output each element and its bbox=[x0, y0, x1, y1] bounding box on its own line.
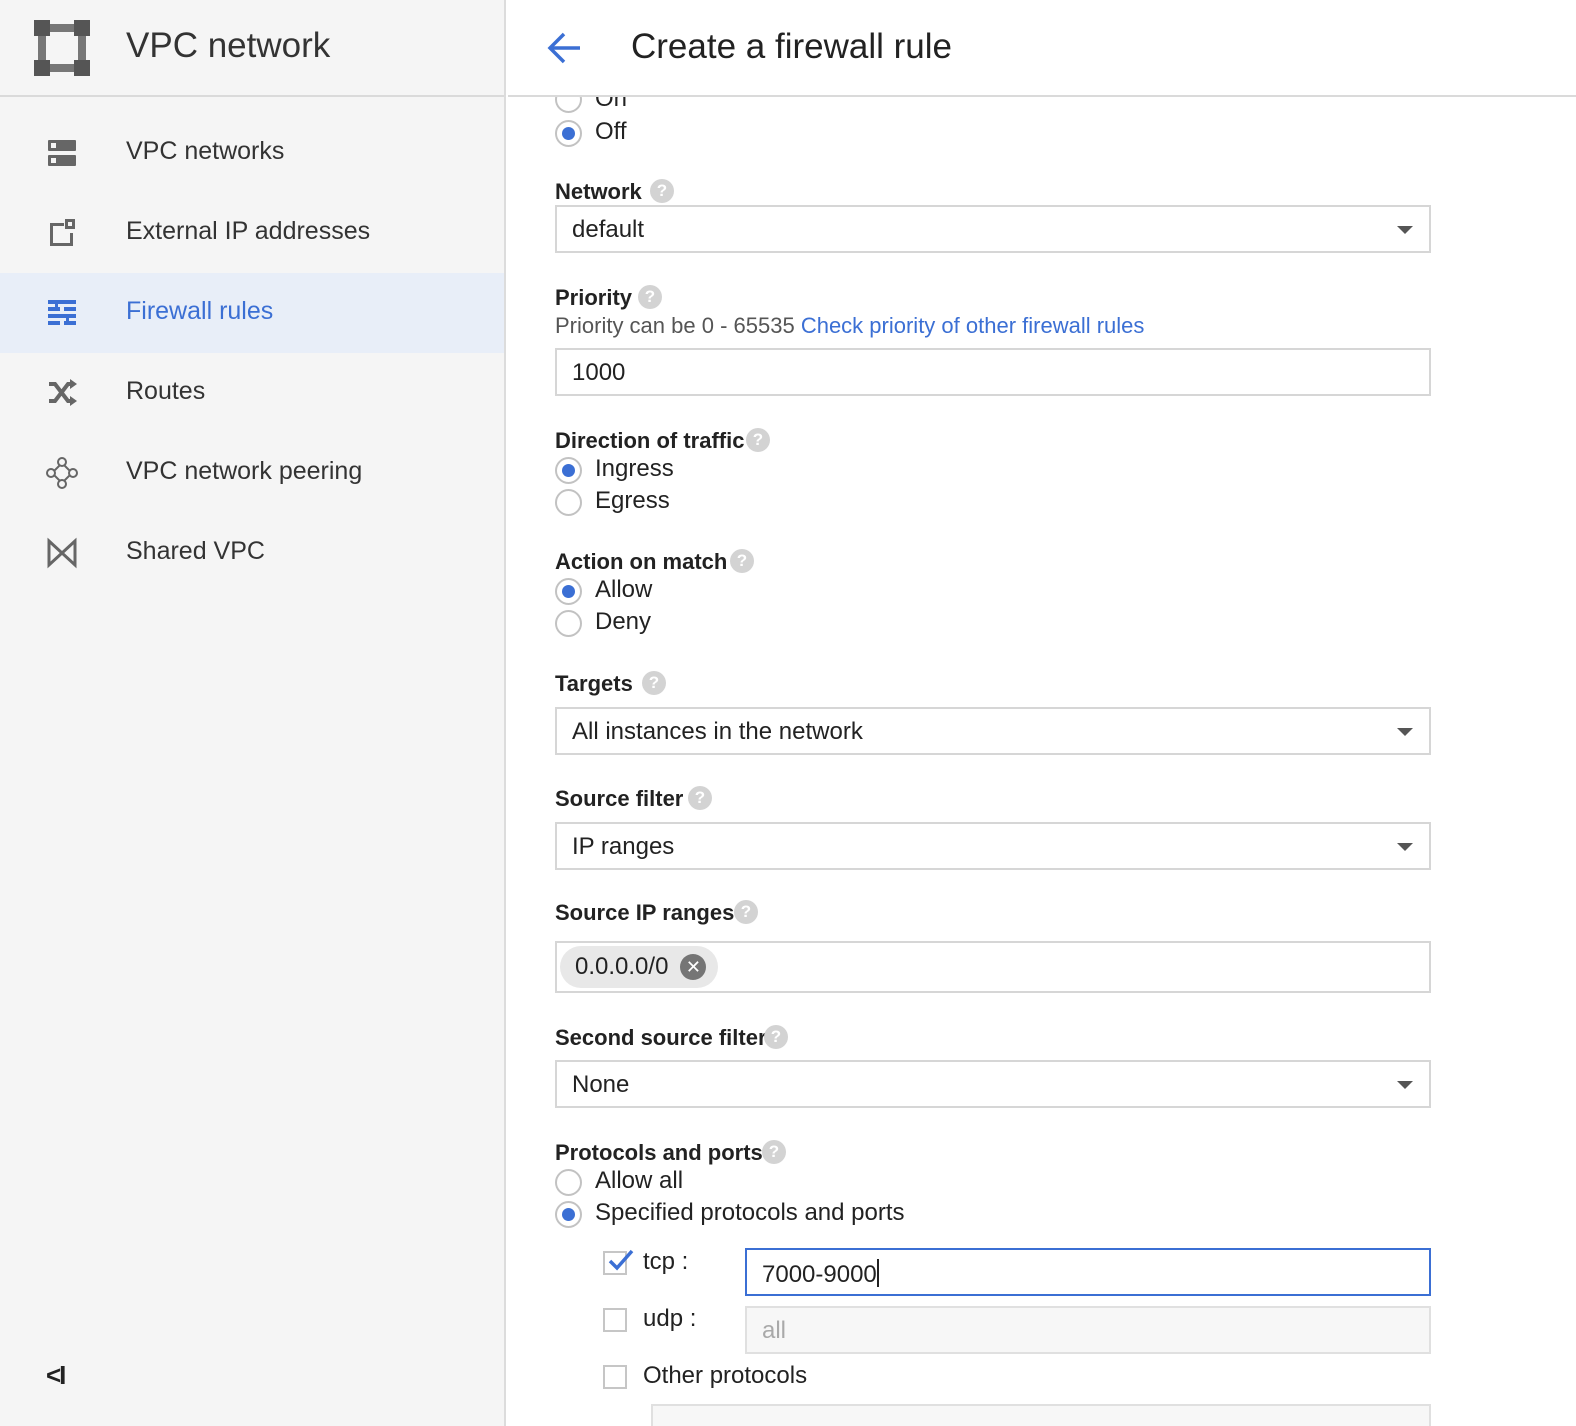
sidebar-nav: VPC networks External IP addresses Firew… bbox=[0, 113, 504, 593]
app-root: VPC network VPC networks External IP add… bbox=[0, 0, 1576, 1426]
shared-vpc-icon bbox=[47, 537, 77, 569]
network-label: Network bbox=[555, 179, 642, 204]
source-filter-label: Source filter bbox=[555, 786, 684, 811]
check-priority-link[interactable]: Check priority of other firewall rules bbox=[801, 313, 1145, 338]
radio-logs-off[interactable] bbox=[555, 120, 582, 147]
sidebar-item-label: External IP addresses bbox=[126, 217, 371, 245]
other-protocols-checkbox[interactable] bbox=[603, 1365, 627, 1389]
radio-label: Egress bbox=[595, 487, 670, 514]
help-icon[interactable]: ? bbox=[762, 1140, 786, 1164]
radio-allow[interactable] bbox=[555, 578, 582, 605]
page-header: Create a firewall rule bbox=[508, 0, 1576, 97]
help-icon[interactable]: ? bbox=[764, 1025, 788, 1049]
collapse-sidebar-button[interactable]: <I bbox=[46, 1360, 66, 1391]
udp-checkbox[interactable] bbox=[603, 1308, 627, 1332]
chevron-down-icon bbox=[1397, 728, 1413, 736]
chip-text: 0.0.0.0/0 bbox=[575, 953, 669, 980]
protocols-label: Protocols and ports bbox=[555, 1140, 763, 1165]
tcp-ports-text: 7000-9000 bbox=[762, 1261, 877, 1288]
sidebar-item-label: Routes bbox=[126, 377, 206, 405]
radio-label: Specified protocols and ports bbox=[595, 1199, 905, 1226]
sidebar-item-routes[interactable]: Routes bbox=[0, 353, 504, 433]
firewall-form: On Off Network ? default Priority ? Prio… bbox=[508, 97, 1576, 1426]
second-source-filter-select[interactable]: None bbox=[555, 1060, 1431, 1108]
direction-label: Direction of traffic bbox=[555, 428, 745, 453]
source-ip-ranges-label: Source IP ranges bbox=[555, 900, 735, 925]
radio-specified-protocols[interactable] bbox=[555, 1201, 582, 1228]
network-value: default bbox=[572, 216, 645, 243]
help-icon[interactable]: ? bbox=[730, 549, 754, 573]
sidebar-item-peering[interactable]: VPC network peering bbox=[0, 433, 504, 513]
priority-value: 1000 bbox=[572, 359, 626, 386]
radio-label: Ingress bbox=[595, 455, 674, 482]
udp-ports-input[interactable]: all bbox=[745, 1306, 1431, 1354]
sidebar: VPC network VPC networks External IP add… bbox=[0, 0, 506, 1426]
sidebar-item-vpc-networks[interactable]: VPC networks bbox=[0, 113, 504, 193]
second-source-filter-label: Second source filter bbox=[555, 1025, 767, 1050]
tcp-ports-value: 7000-9000 bbox=[762, 1259, 879, 1289]
chevron-down-icon bbox=[1397, 1081, 1413, 1089]
targets-value: All instances in the network bbox=[572, 718, 863, 745]
app-title: VPC network bbox=[126, 26, 331, 65]
chevron-down-icon bbox=[1397, 226, 1413, 234]
priority-input[interactable]: 1000 bbox=[555, 348, 1431, 396]
source-ip-ranges-input[interactable]: 0.0.0.0/0 ✕ bbox=[555, 941, 1431, 993]
text-cursor bbox=[876, 1259, 879, 1287]
radio-allow-all[interactable] bbox=[555, 1169, 582, 1196]
radio-logs-on[interactable] bbox=[555, 97, 582, 113]
sidebar-item-label: Shared VPC bbox=[126, 537, 265, 565]
remove-chip-icon[interactable]: ✕ bbox=[680, 954, 707, 980]
checkmark-icon bbox=[608, 1249, 634, 1271]
radio-egress[interactable] bbox=[555, 489, 582, 516]
radio-ingress[interactable] bbox=[555, 457, 582, 484]
help-icon[interactable]: ? bbox=[746, 428, 770, 452]
ip-range-chip: 0.0.0.0/0 ✕ bbox=[560, 946, 719, 988]
vpc-network-icon bbox=[34, 20, 90, 76]
source-filter-select[interactable]: IP ranges bbox=[555, 822, 1431, 870]
help-icon[interactable]: ? bbox=[650, 179, 674, 203]
radio-label: Off bbox=[595, 118, 627, 145]
firewall-icon bbox=[48, 300, 76, 325]
peering-icon bbox=[46, 457, 78, 489]
priority-label: Priority bbox=[555, 285, 633, 310]
sidebar-item-label: VPC network peering bbox=[126, 457, 363, 485]
sidebar-header: VPC network bbox=[0, 0, 504, 97]
targets-select[interactable]: All instances in the network bbox=[555, 707, 1431, 755]
back-arrow-icon[interactable] bbox=[544, 28, 584, 68]
sidebar-item-shared-vpc[interactable]: Shared VPC bbox=[0, 513, 504, 593]
targets-label: Targets bbox=[555, 671, 633, 696]
help-icon[interactable]: ? bbox=[734, 900, 758, 924]
sidebar-item-external-ip[interactable]: External IP addresses bbox=[0, 193, 504, 273]
tcp-checkbox[interactable] bbox=[603, 1249, 634, 1275]
sidebar-item-label: Firewall rules bbox=[126, 297, 274, 325]
radio-label: Allow bbox=[595, 576, 653, 603]
routes-icon bbox=[49, 379, 77, 406]
second-source-filter-value: None bbox=[572, 1071, 630, 1098]
priority-hint-text: Priority can be 0 - 65535 bbox=[555, 313, 795, 338]
udp-label: udp : bbox=[643, 1305, 697, 1332]
radio-label: Deny bbox=[595, 608, 652, 635]
radio-label: Allow all bbox=[595, 1167, 684, 1194]
source-filter-value: IP ranges bbox=[572, 833, 675, 860]
other-protocols-label: Other protocols bbox=[643, 1362, 808, 1389]
help-icon[interactable]: ? bbox=[638, 285, 662, 309]
sidebar-item-label: VPC networks bbox=[126, 137, 285, 165]
sidebar-item-firewall-rules[interactable]: Firewall rules bbox=[0, 273, 504, 353]
radio-deny[interactable] bbox=[555, 610, 582, 637]
network-select[interactable]: default bbox=[555, 205, 1431, 253]
udp-ports-placeholder: all bbox=[762, 1317, 787, 1344]
tcp-ports-input[interactable]: 7000-9000 bbox=[745, 1248, 1431, 1296]
other-protocols-input[interactable] bbox=[651, 1404, 1431, 1426]
page-title: Create a firewall rule bbox=[631, 27, 952, 66]
priority-hint: Priority can be 0 - 65535 Check priority… bbox=[555, 313, 1144, 339]
action-label: Action on match bbox=[555, 549, 728, 574]
vpc-networks-icon bbox=[48, 140, 76, 166]
help-icon[interactable]: ? bbox=[642, 671, 666, 695]
tcp-label: tcp : bbox=[643, 1248, 689, 1275]
help-icon[interactable]: ? bbox=[688, 786, 712, 810]
external-ip-icon bbox=[50, 219, 75, 246]
radio-label: On bbox=[595, 97, 628, 112]
chevron-down-icon bbox=[1397, 843, 1413, 851]
